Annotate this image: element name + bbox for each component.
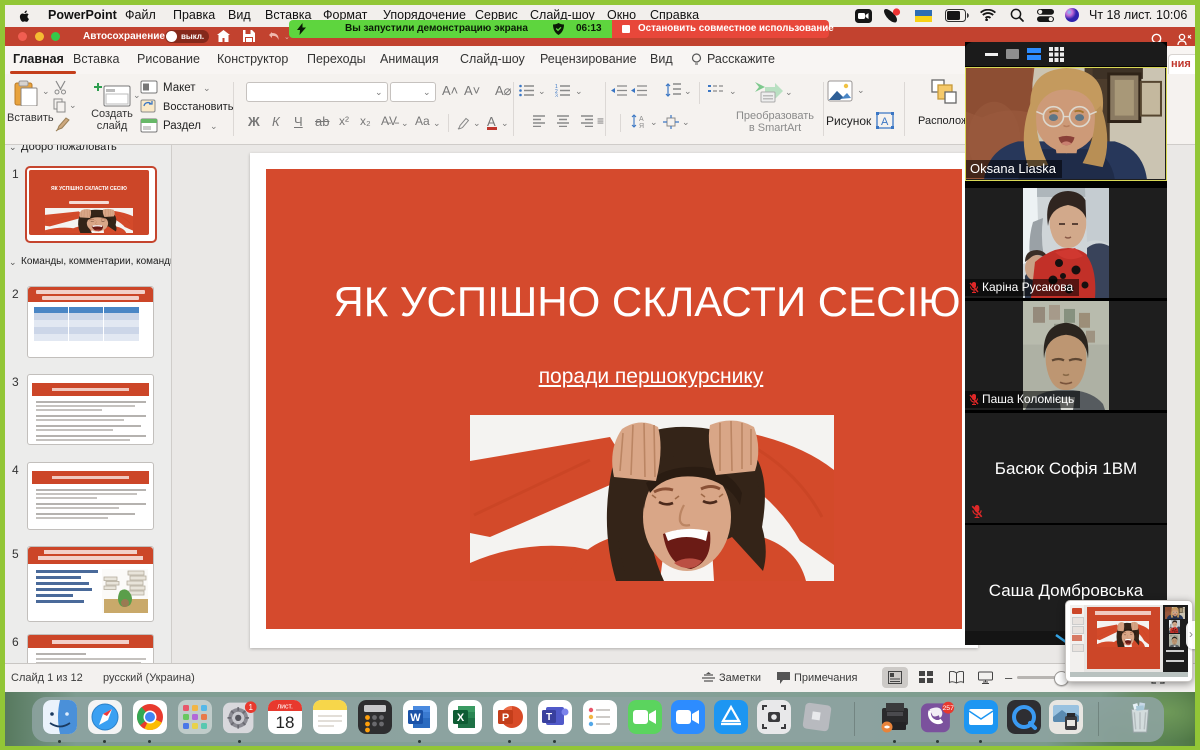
svg-text:T: T bbox=[546, 712, 552, 723]
svg-text:А: А bbox=[881, 116, 889, 128]
svg-text:3: 3 bbox=[555, 94, 558, 98]
svg-text:лист.: лист. bbox=[277, 704, 293, 711]
svg-text:18: 18 bbox=[276, 713, 295, 732]
svg-text:P: P bbox=[502, 712, 509, 724]
svg-text:W: W bbox=[410, 712, 421, 724]
svg-text:Я: Я bbox=[639, 123, 644, 129]
svg-text:1: 1 bbox=[248, 703, 253, 712]
svg-text:257: 257 bbox=[943, 705, 955, 712]
svg-text:X: X bbox=[457, 712, 465, 724]
svg-text:A: A bbox=[639, 116, 644, 123]
